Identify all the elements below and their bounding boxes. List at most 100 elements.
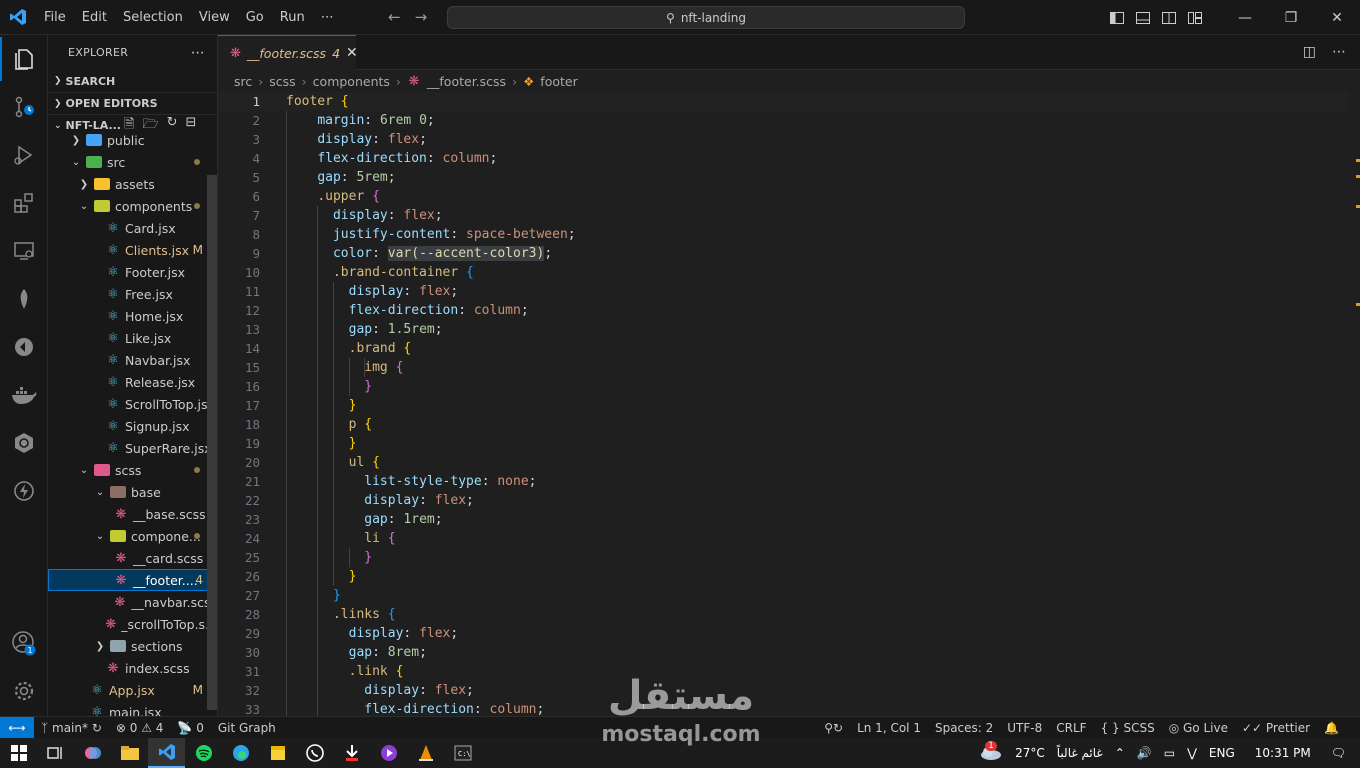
more-actions-icon[interactable]: ⋯ xyxy=(1332,44,1346,60)
extensions-icon[interactable] xyxy=(0,181,48,225)
problems-status[interactable]: ⊗ 0 ⚠ 4 xyxy=(109,721,171,735)
weather-temp[interactable]: 27°C xyxy=(1009,746,1051,760)
media-player-icon[interactable] xyxy=(370,738,407,768)
chevron-right-icon[interactable]: ❯ xyxy=(78,179,90,190)
menu-edit[interactable]: Edit xyxy=(74,0,115,35)
terminal-icon[interactable]: C:\ xyxy=(444,738,481,768)
folder-item[interactable]: ⌄ compone... xyxy=(48,525,217,547)
file-item[interactable]: ❋ _scrollToTop.s... xyxy=(48,613,217,635)
edge-icon[interactable] xyxy=(222,738,259,768)
file-item[interactable]: ⚛ main.jsx xyxy=(48,701,217,717)
toggle-primary-sidebar-icon[interactable] xyxy=(1104,0,1130,35)
battery-icon[interactable]: ▭ xyxy=(1158,746,1181,760)
breadcrumb-file[interactable]: __footer.scss xyxy=(427,74,506,89)
chevron-right-icon[interactable]: ❯ xyxy=(70,135,82,146)
toggle-secondary-sidebar-icon[interactable] xyxy=(1156,0,1182,35)
file-item[interactable]: ⚛ Clients.jsx M xyxy=(48,239,217,261)
section-search[interactable]: ❯ SEARCH xyxy=(48,70,217,92)
file-explorer-icon[interactable] xyxy=(111,738,148,768)
cursor-position[interactable]: Ln 1, Col 1 xyxy=(850,721,928,735)
menu-file[interactable]: File xyxy=(36,0,74,35)
file-item[interactable]: ⚛ Card.jsx xyxy=(48,217,217,239)
folder-item[interactable]: ⌄ scss xyxy=(48,459,217,481)
file-item[interactable]: ⚛ Free.jsx xyxy=(48,283,217,305)
chevron-down-icon[interactable]: ⌄ xyxy=(94,487,106,498)
command-center[interactable]: ⚲ nft-landing xyxy=(447,6,965,29)
file-item[interactable]: ⚛ Like.jsx xyxy=(48,327,217,349)
restore-button[interactable]: ❐ xyxy=(1268,0,1314,35)
tab-close-icon[interactable]: ✕ xyxy=(346,45,358,61)
file-item[interactable]: ⚛ SuperRare.jsx xyxy=(48,437,217,459)
split-editor-icon[interactable]: ◫ xyxy=(1303,44,1316,60)
sticky-notes-icon[interactable] xyxy=(259,738,296,768)
git-graph-status[interactable]: Git Graph xyxy=(211,721,283,735)
file-item[interactable]: ⚛ Navbar.jsx xyxy=(48,349,217,371)
kubernetes-icon[interactable] xyxy=(0,421,48,465)
notifications-bell-icon[interactable]: 🔔 xyxy=(1317,721,1346,735)
close-window-button[interactable]: ✕ xyxy=(1314,0,1360,35)
weather-icon[interactable]: 1 xyxy=(973,740,1009,764)
encoding-status[interactable]: UTF-8 xyxy=(1000,721,1049,735)
breadcrumb-src[interactable]: src xyxy=(234,74,252,89)
language-indicator[interactable]: ENG xyxy=(1203,746,1241,760)
folder-item[interactable]: ⌄ components xyxy=(48,195,217,217)
vlc-icon[interactable] xyxy=(407,738,444,768)
file-item[interactable]: ❋ __footer.... 4 xyxy=(48,569,217,591)
wifi-icon[interactable]: ⋁ xyxy=(1181,746,1203,760)
windows-start-icon[interactable] xyxy=(0,738,37,768)
whatsapp-icon[interactable] xyxy=(296,738,333,768)
docker-icon[interactable] xyxy=(0,373,48,417)
sidebar-scrollbar[interactable] xyxy=(207,175,217,710)
language-mode[interactable]: { } SCSS xyxy=(1094,721,1162,735)
thunder-client-icon[interactable] xyxy=(0,469,48,513)
file-item[interactable]: ❋ __card.scss xyxy=(48,547,217,569)
code-editor[interactable]: 1 footer {2 margin: 6rem 0; 3 display: fle… xyxy=(218,92,1348,719)
folder-item[interactable]: ❯ assets xyxy=(48,173,217,195)
chevron-down-icon[interactable]: ⌄ xyxy=(70,157,82,168)
spotify-icon[interactable] xyxy=(185,738,222,768)
explorer-icon[interactable] xyxy=(0,37,48,81)
minimize-button[interactable]: — xyxy=(1222,0,1268,35)
menu-view[interactable]: View xyxy=(191,0,238,35)
vscode-taskbar-icon[interactable] xyxy=(148,738,185,768)
run-debug-icon[interactable] xyxy=(0,133,48,177)
menu-selection[interactable]: Selection xyxy=(115,0,191,35)
section-open-editors[interactable]: ❯ OPEN EDITORS xyxy=(48,92,217,114)
copilot-icon[interactable] xyxy=(74,738,111,768)
more-actions-icon[interactable]: ⋯ xyxy=(191,45,205,61)
file-item[interactable]: ❋ index.scss xyxy=(48,657,217,679)
breadcrumb-scss[interactable]: scss xyxy=(269,74,295,89)
forward-arrow-icon[interactable]: → xyxy=(415,8,428,26)
weather-text[interactable]: غائم غالباً xyxy=(1051,746,1109,760)
folder-item[interactable]: ❯ public xyxy=(48,129,217,151)
chevron-down-icon[interactable]: ⌄ xyxy=(78,201,90,212)
eol-status[interactable]: CRLF xyxy=(1049,721,1093,735)
file-item[interactable]: ⚛ ScrollToTop.jsx xyxy=(48,393,217,415)
tray-overflow-icon[interactable]: ⌃ xyxy=(1109,746,1131,760)
file-item[interactable]: ⚛ App.jsx M xyxy=(48,679,217,701)
volume-icon[interactable]: 🔊 xyxy=(1131,746,1158,760)
ports-status[interactable]: 📡 0 xyxy=(170,721,210,735)
menu-run[interactable]: Run xyxy=(272,0,313,35)
breadcrumb-components[interactable]: components xyxy=(313,74,390,89)
remote-indicator-icon[interactable]: ⟷ xyxy=(0,716,34,739)
menu-more[interactable]: ⋯ xyxy=(313,0,342,35)
toggle-panel-icon[interactable] xyxy=(1130,0,1156,35)
remote-explorer-icon[interactable] xyxy=(0,229,48,273)
file-item[interactable]: ⚛ Signup.jsx xyxy=(48,415,217,437)
notification-center-icon[interactable]: 🗨 xyxy=(1325,746,1360,760)
prettier-status[interactable]: ✓✓ Prettier xyxy=(1235,721,1317,735)
gitlens-icon[interactable] xyxy=(0,325,48,369)
back-arrow-icon[interactable]: ← xyxy=(388,8,401,26)
source-control-icon[interactable] xyxy=(0,85,48,129)
customize-layout-icon[interactable] xyxy=(1182,0,1208,35)
tab-footer-scss[interactable]: ❋ __footer.scss 4 ✕ xyxy=(218,35,358,70)
mongodb-icon[interactable] xyxy=(0,277,48,321)
clock[interactable]: 10:31 PM xyxy=(1241,746,1325,760)
folder-item[interactable]: ⌄ base xyxy=(48,481,217,503)
download-app-icon[interactable] xyxy=(333,738,370,768)
sync-icon[interactable]: ⚲↻ xyxy=(817,721,850,735)
file-item[interactable]: ❋ __base.scss xyxy=(48,503,217,525)
menu-go[interactable]: Go xyxy=(238,0,272,35)
file-item[interactable]: ⚛ Home.jsx xyxy=(48,305,217,327)
